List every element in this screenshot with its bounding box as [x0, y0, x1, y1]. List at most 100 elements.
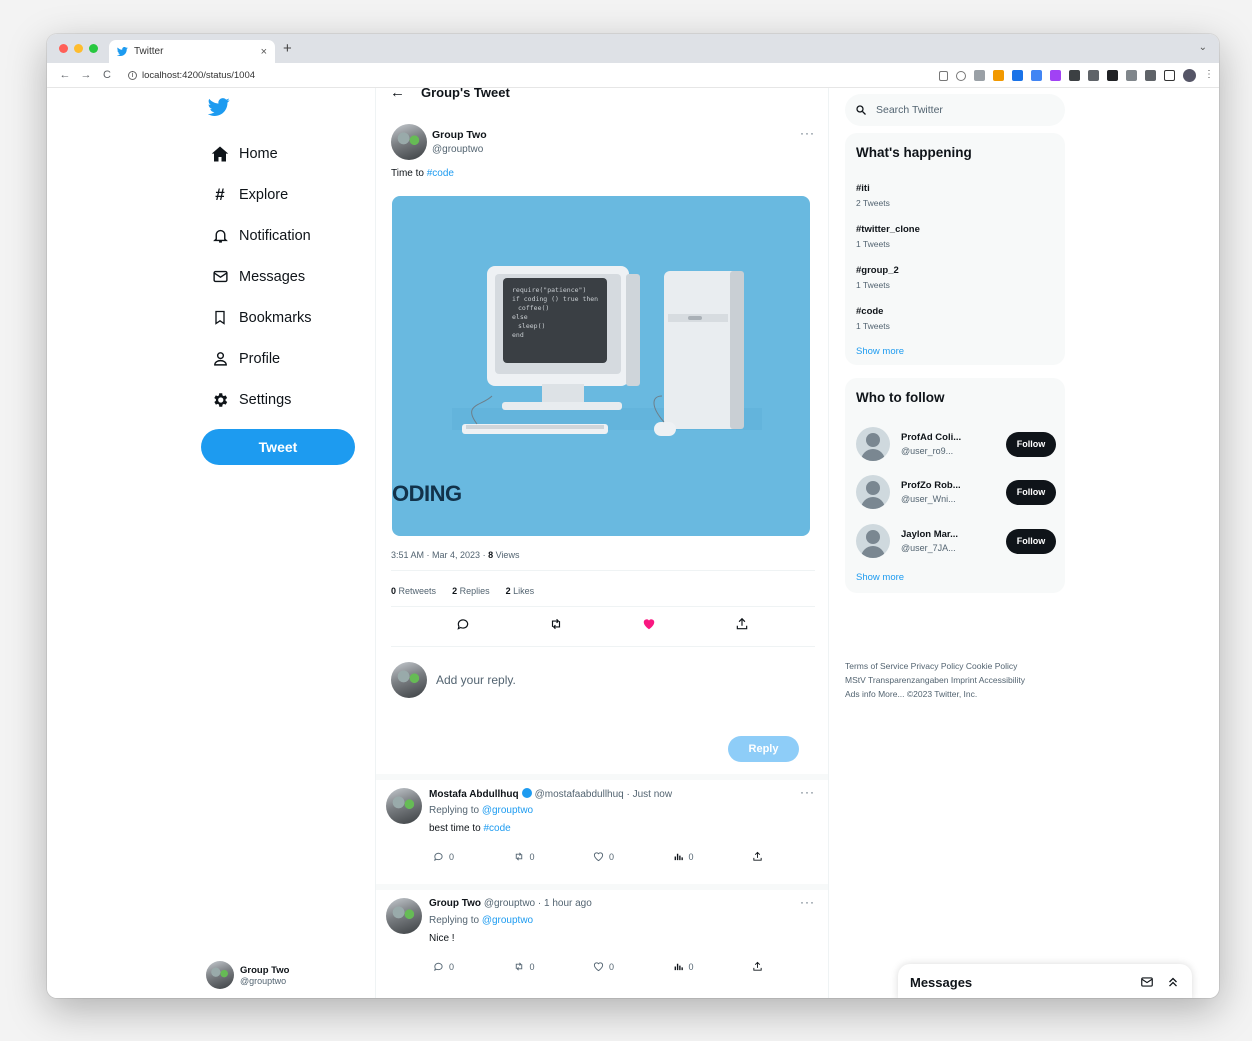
nav-item-explore[interactable]: # Explore — [210, 174, 312, 215]
hashtag-link[interactable]: #code — [427, 168, 454, 179]
extension-icon[interactable] — [993, 70, 1004, 81]
more-options-icon[interactable]: ··· — [800, 785, 815, 799]
footer-line[interactable]: MStV Transparenzangaben Imprint Accessib… — [845, 673, 1065, 687]
extension-icon[interactable] — [974, 70, 985, 81]
extension-icon[interactable] — [1012, 70, 1023, 81]
tab-close-button[interactable]: × — [261, 46, 267, 58]
like-count: 0 — [609, 961, 615, 972]
comment-icon[interactable] — [456, 617, 470, 631]
trends-panel: What's happening #iti 2 Tweets #twitter_… — [845, 133, 1065, 365]
reload-icon[interactable]: C — [99, 69, 115, 81]
sidebar-icon[interactable] — [1164, 70, 1175, 81]
bookmark-icon — [210, 308, 230, 328]
views-count: 8 — [488, 550, 494, 560]
tweet-date: Mar 4, 2023 — [432, 550, 481, 560]
chevron-down-icon[interactable]: ⌄ — [1199, 42, 1207, 53]
nav-item-notification[interactable]: Notification — [210, 215, 312, 256]
retweets-stat[interactable]: 0 Retweets — [391, 586, 436, 596]
nav-item-profile[interactable]: Profile — [210, 338, 312, 379]
divider — [391, 646, 815, 647]
trend-item[interactable]: #iti 2 Tweets — [856, 183, 890, 208]
trend-item[interactable]: #twitter_clone 1 Tweets — [856, 224, 920, 249]
hashtag-link[interactable]: #code — [483, 823, 510, 834]
extension-icon[interactable] — [1031, 70, 1042, 81]
trend-item[interactable]: #group_2 1 Tweets — [856, 265, 899, 290]
extension-icon[interactable] — [1126, 70, 1137, 81]
retweets-count: 0 — [391, 586, 397, 596]
section-separator — [376, 774, 828, 780]
replies-stat[interactable]: 2 Replies — [452, 586, 490, 596]
puzzle-icon[interactable] — [1107, 70, 1118, 81]
follow-suggestion[interactable]: Jaylon Mar... @user_7JA... Follow — [856, 523, 1056, 559]
likes-stat[interactable]: 2 Likes — [506, 586, 535, 596]
download-icon[interactable] — [1145, 70, 1156, 81]
follow-suggestion[interactable]: ProfZo Rob... @user_Wni... Follow — [856, 474, 1056, 510]
more-options-icon[interactable]: ··· — [800, 895, 815, 909]
close-window-button[interactable] — [59, 44, 68, 53]
messages-drawer[interactable]: Messages — [898, 964, 1192, 998]
default-avatar-icon — [856, 475, 890, 509]
twitter-logo-icon[interactable] — [208, 96, 230, 118]
more-options-icon[interactable]: ··· — [800, 126, 815, 140]
svg-text:if coding () true then: if coding () true then — [512, 295, 598, 303]
maximize-window-button[interactable] — [89, 44, 98, 53]
mention-link[interactable]: @grouptwo — [482, 915, 533, 926]
search-input[interactable] — [876, 104, 1011, 116]
new-message-icon[interactable] — [1140, 975, 1154, 989]
mention-link[interactable]: @grouptwo — [482, 805, 533, 816]
reply-comment-action[interactable]: 0 — [433, 961, 454, 972]
footer-line[interactable]: Terms of Service Privacy Policy Cookie P… — [845, 659, 1065, 673]
kebab-menu-icon[interactable]: ⋮ — [1204, 70, 1214, 81]
reply-share-action[interactable] — [752, 961, 763, 972]
reply-button[interactable]: Reply — [728, 736, 799, 762]
chevron-double-up-icon[interactable] — [1166, 975, 1180, 989]
retweet-icon[interactable] — [549, 617, 563, 631]
profile-avatar-icon[interactable] — [1183, 69, 1196, 82]
account-switcher[interactable]: Group Two @grouptwo — [206, 961, 289, 989]
minimize-window-button[interactable] — [74, 44, 83, 53]
star-icon[interactable] — [956, 70, 966, 81]
tweet-author[interactable]: Group Two @grouptwo — [391, 124, 487, 160]
url-field[interactable]: i localhost:4200/status/1004 — [128, 70, 255, 81]
reply-retweet-action[interactable]: 0 — [513, 961, 535, 972]
reply-comment-action[interactable]: 0 — [433, 851, 454, 862]
forward-arrow-icon[interactable]: → — [78, 69, 94, 81]
tweet-button[interactable]: Tweet — [201, 429, 355, 465]
replying-to-label: Replying to — [429, 915, 482, 926]
suggestion-name: ProfZo Rob... — [901, 480, 961, 491]
tweet-image[interactable]: require("patience") if coding () true th… — [392, 196, 810, 536]
extension-icon[interactable] — [1069, 70, 1080, 81]
back-arrow-icon[interactable]: ← — [390, 84, 405, 101]
info-icon[interactable]: i — [128, 70, 137, 80]
reply-views-action[interactable]: 0 — [673, 961, 694, 972]
nav-item-home[interactable]: Home — [210, 133, 312, 174]
reply-retweet-action[interactable]: 0 — [513, 851, 535, 862]
follow-button[interactable]: Follow — [1006, 528, 1056, 554]
default-avatar-icon — [856, 524, 890, 558]
heart-filled-icon[interactable] — [642, 617, 656, 631]
reply-views-action[interactable]: 0 — [673, 851, 694, 862]
follow-button[interactable]: Follow — [1006, 431, 1056, 457]
footer-line[interactable]: Ads info More... ©2023 Twitter, Inc. — [845, 687, 1065, 701]
reply-like-action[interactable]: 0 — [593, 851, 614, 862]
nav-item-bookmarks[interactable]: Bookmarks — [210, 297, 312, 338]
share-icon[interactable] — [735, 617, 749, 631]
extension-icon[interactable] — [1088, 70, 1099, 81]
follow-show-more-link[interactable]: Show more — [856, 572, 904, 583]
reply-like-action[interactable]: 0 — [593, 961, 614, 972]
nav-label: Profile — [239, 350, 281, 367]
trend-item[interactable]: #code 1 Tweets — [856, 306, 890, 331]
browser-tab[interactable]: Twitter × — [109, 40, 275, 63]
nav-item-messages[interactable]: Messages — [210, 256, 312, 297]
reply-input[interactable] — [436, 673, 736, 687]
new-tab-button[interactable]: + — [283, 40, 292, 57]
follow-suggestion[interactable]: ProfAd Coli... @user_ro9... Follow — [856, 426, 1056, 462]
back-arrow-icon[interactable]: ← — [57, 69, 73, 81]
nav-item-settings[interactable]: Settings — [210, 379, 312, 420]
share-icon[interactable] — [939, 70, 948, 81]
trends-show-more-link[interactable]: Show more — [856, 346, 904, 357]
follow-button[interactable]: Follow — [1006, 479, 1056, 505]
retweet-count: 0 — [529, 961, 535, 972]
extension-icon[interactable] — [1050, 70, 1061, 81]
reply-share-action[interactable] — [752, 851, 763, 862]
